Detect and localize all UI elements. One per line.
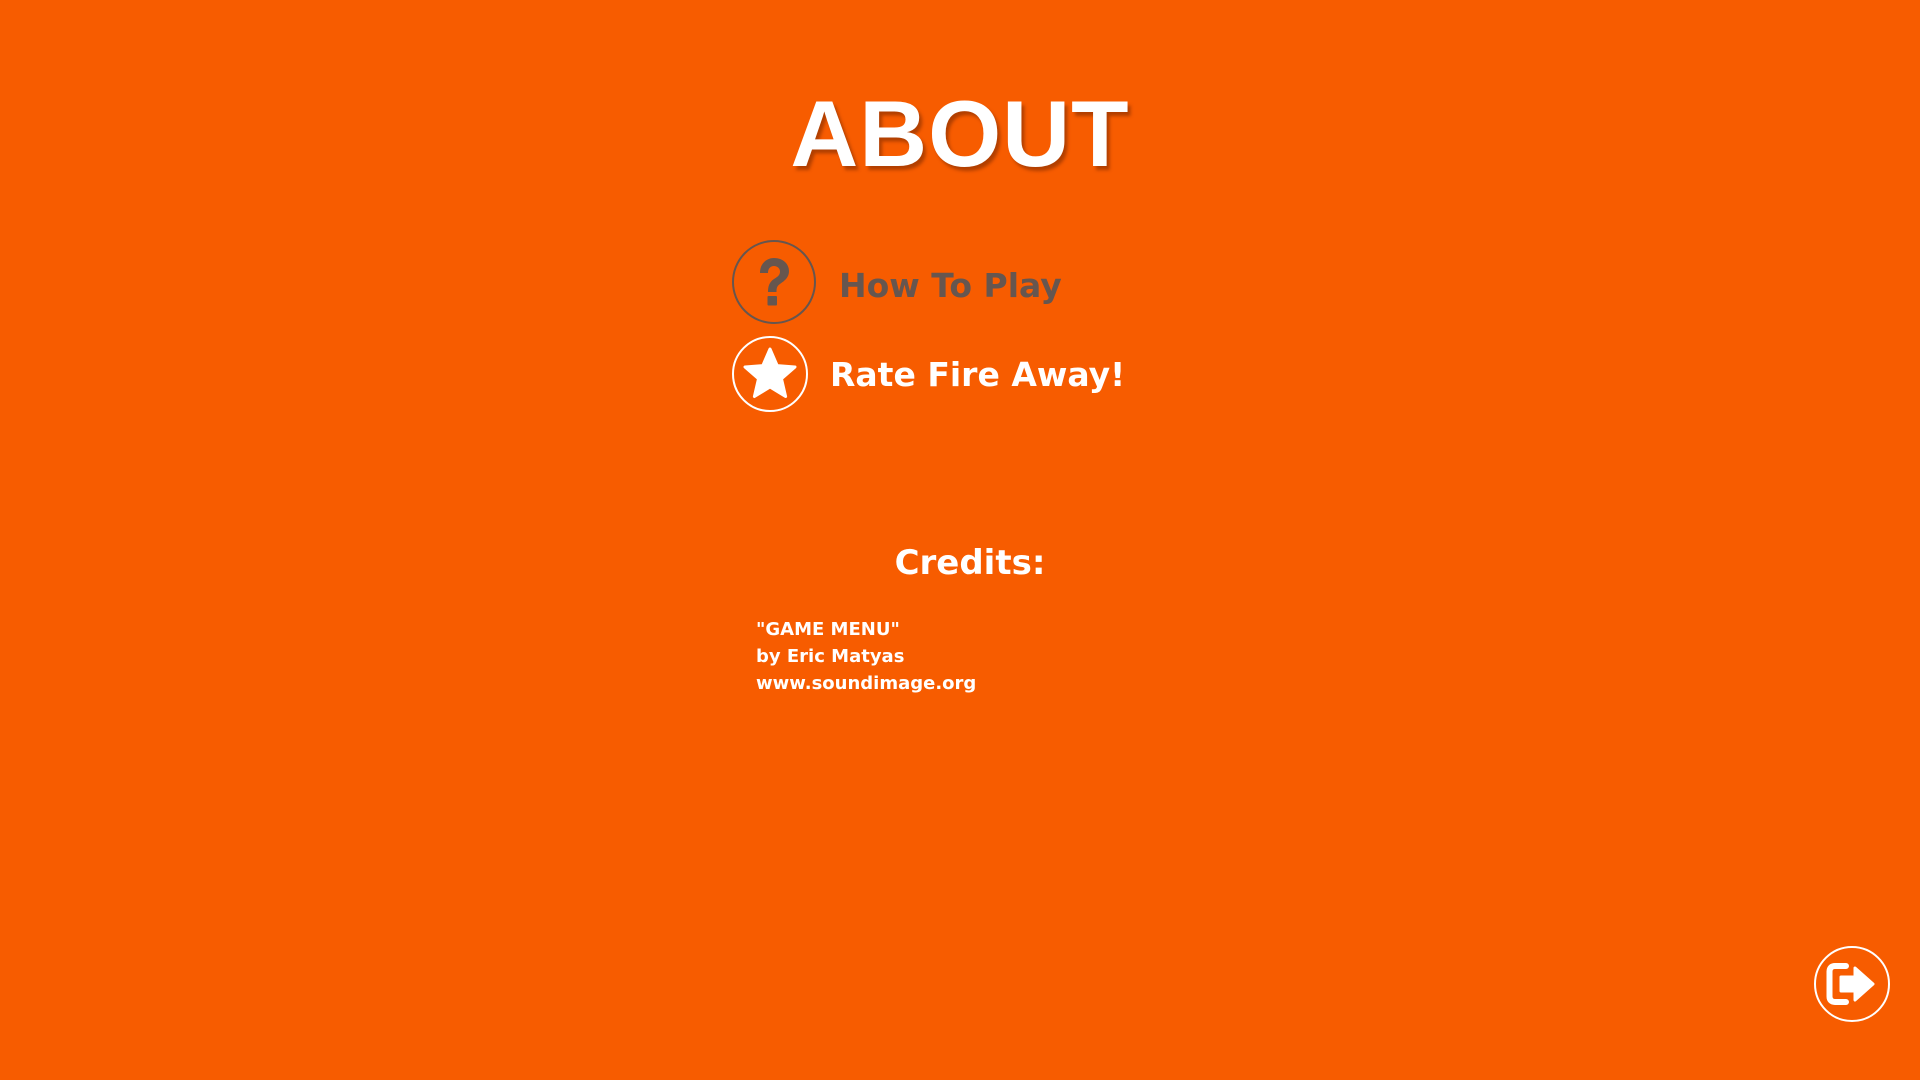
page-title: ABOUT (790, 81, 1130, 186)
rate-game-button[interactable]: Rate Fire Away! (732, 335, 1125, 413)
credit-line: "GAME MENU" (756, 619, 900, 640)
credit-line: www.soundimage.org (756, 673, 977, 694)
rate-game-label: Rate Fire Away! (830, 354, 1126, 394)
exit-button[interactable] (1814, 946, 1890, 1022)
credit-line: by Eric Matyas (756, 646, 905, 667)
credits-heading: Credits: (894, 543, 1046, 583)
exit-arrow-icon (1826, 963, 1875, 1005)
question-mark-icon (732, 240, 816, 324)
how-to-play-button[interactable]: How To Play (732, 240, 1062, 324)
star-icon (732, 336, 808, 412)
how-to-play-label: How To Play (839, 265, 1062, 305)
credits-text: "GAME MENU" by Eric Matyas www.soundimag… (756, 616, 976, 697)
